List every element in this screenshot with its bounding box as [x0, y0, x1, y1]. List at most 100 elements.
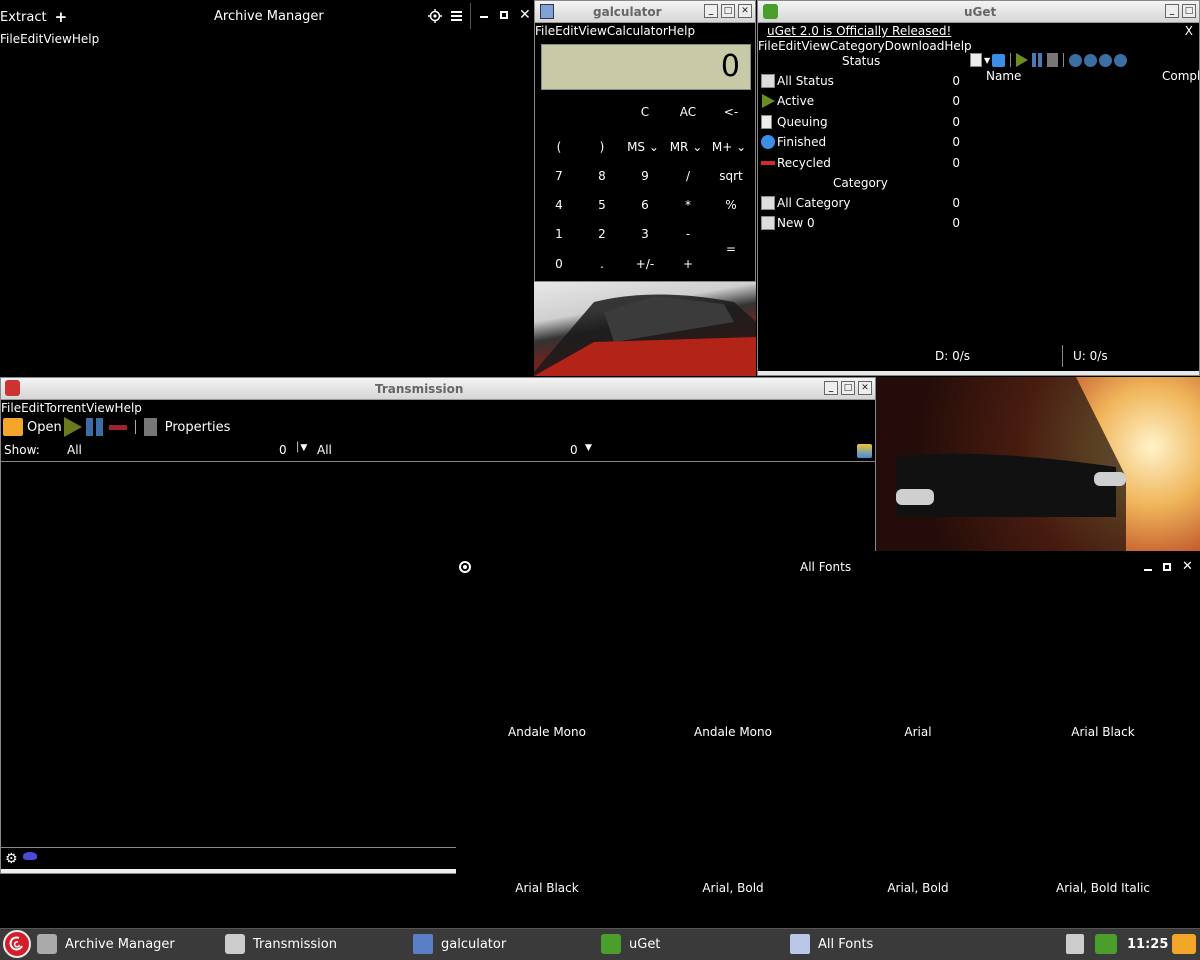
- divide-button[interactable]: /: [668, 165, 708, 187]
- pause-icon[interactable]: [85, 418, 103, 436]
- maximize-icon[interactable]: [500, 11, 508, 19]
- font-tile[interactable]: Arial Black: [1028, 725, 1178, 739]
- maximize-button[interactable]: □: [1182, 4, 1196, 18]
- memory-recall-button[interactable]: MR ⌄: [666, 136, 706, 158]
- decimal-button[interactable]: .: [582, 253, 622, 275]
- move-bottom-icon[interactable]: [1114, 53, 1128, 67]
- category-all[interactable]: All Category 0: [758, 193, 964, 213]
- menu-view[interactable]: View: [86, 401, 114, 415]
- menu-view[interactable]: View: [43, 32, 71, 46]
- tray-transmission-icon[interactable]: [1066, 934, 1084, 954]
- font-tile[interactable]: Arial, Bold: [658, 881, 808, 895]
- menu-help[interactable]: Help: [668, 24, 695, 38]
- memory-add-button[interactable]: M+ ⌄: [709, 136, 749, 158]
- taskbar-item-all-fonts[interactable]: All Fonts: [790, 928, 873, 960]
- memory-store-button[interactable]: MS ⌄: [623, 136, 663, 158]
- menu-edit[interactable]: Edit: [778, 39, 801, 53]
- percent-button[interactable]: %: [711, 194, 751, 216]
- new-download-icon[interactable]: [970, 53, 982, 67]
- fonts-menu-icon[interactable]: [459, 561, 471, 573]
- menu-edit[interactable]: Edit: [21, 401, 44, 415]
- menu-edit[interactable]: Edit: [555, 24, 578, 38]
- menu-help[interactable]: Help: [72, 32, 99, 46]
- taskbar-item-archive-manager[interactable]: Archive Manager: [37, 928, 175, 960]
- start-menu-button[interactable]: [3, 930, 31, 958]
- properties-icon[interactable]: [1047, 53, 1059, 67]
- digit-7-button[interactable]: 7: [539, 165, 579, 187]
- taskbar-item-galculator[interactable]: galculator: [413, 928, 506, 960]
- hamburger-menu-icon[interactable]: [451, 10, 462, 21]
- dropdown-arrow-icon[interactable]: ▼: [984, 56, 990, 65]
- clock[interactable]: 11:25: [1127, 937, 1168, 952]
- minimize-button[interactable]: _: [1165, 4, 1179, 18]
- digit-8-button[interactable]: 8: [582, 165, 622, 187]
- turtle-icon[interactable]: [23, 852, 37, 860]
- close-icon[interactable]: ✕: [1182, 559, 1193, 574]
- menu-file[interactable]: File: [0, 32, 20, 46]
- move-up-icon[interactable]: [1099, 53, 1113, 67]
- equals-button[interactable]: =: [711, 238, 751, 260]
- preferences-gear-icon[interactable]: ⚙: [5, 851, 18, 867]
- digit-2-button[interactable]: 2: [582, 223, 622, 245]
- tray-uget-icon[interactable]: [1095, 934, 1117, 954]
- menu-file[interactable]: File: [535, 24, 555, 38]
- negate-button[interactable]: +/-: [625, 253, 665, 275]
- start-icon[interactable]: [63, 417, 82, 437]
- minimize-icon[interactable]: [1144, 569, 1152, 571]
- menu-edit[interactable]: Edit: [20, 32, 43, 46]
- close-icon[interactable]: ✕: [519, 7, 531, 23]
- menu-category[interactable]: Category: [830, 39, 885, 53]
- digit-4-button[interactable]: 4: [539, 194, 579, 216]
- maximize-button[interactable]: □: [721, 4, 735, 18]
- digit-1-button[interactable]: 1: [539, 223, 579, 245]
- move-down-icon[interactable]: [1084, 53, 1098, 67]
- font-tile[interactable]: Arial: [843, 725, 993, 739]
- status-all[interactable]: All Status 0: [758, 71, 964, 91]
- move-top-icon[interactable]: [1069, 53, 1083, 67]
- menu-download[interactable]: Download: [885, 39, 945, 53]
- close-button[interactable]: ✕: [858, 381, 872, 395]
- digit-0-button[interactable]: 0: [539, 253, 579, 275]
- menu-file[interactable]: File: [1, 401, 21, 415]
- filter-tracker-select[interactable]: All 0 ▼: [313, 441, 603, 459]
- all-clear-button[interactable]: AC: [668, 101, 708, 123]
- font-tile[interactable]: Arial, Bold Italic: [1028, 881, 1178, 895]
- digit-3-button[interactable]: 3: [625, 223, 665, 245]
- maximize-button[interactable]: □: [841, 381, 855, 395]
- status-finished[interactable]: Finished 0: [758, 132, 964, 152]
- font-tile[interactable]: Arial, Bold: [843, 881, 993, 895]
- font-tile[interactable]: Andale Mono: [472, 725, 622, 739]
- category-new[interactable]: New 0 0: [758, 213, 964, 233]
- menu-help[interactable]: Help: [944, 39, 971, 53]
- digit-5-button[interactable]: 5: [582, 194, 622, 216]
- multiply-button[interactable]: *: [668, 194, 708, 216]
- play-icon[interactable]: [1016, 53, 1029, 67]
- minimize-icon[interactable]: [480, 16, 488, 18]
- filter-activity-select[interactable]: All 0 │▼: [63, 441, 309, 459]
- maximize-icon[interactable]: [1163, 563, 1171, 571]
- backspace-button[interactable]: <-: [711, 101, 751, 123]
- banner-close-button[interactable]: X: [1185, 24, 1193, 38]
- font-tile[interactable]: Andale Mono: [658, 725, 808, 739]
- digit-9-button[interactable]: 9: [625, 165, 665, 187]
- menu-torrent[interactable]: Torrent: [44, 401, 86, 415]
- subtract-button[interactable]: -: [668, 223, 708, 245]
- menu-calculator[interactable]: Calculator: [607, 24, 668, 38]
- taskbar-item-transmission[interactable]: Transmission: [225, 928, 337, 960]
- menu-view[interactable]: View: [801, 39, 829, 53]
- crosshair-icon[interactable]: [428, 9, 442, 23]
- close-paren-button[interactable]: ): [582, 136, 622, 158]
- clear-button[interactable]: C: [625, 101, 665, 123]
- minimize-button[interactable]: _: [824, 381, 838, 395]
- status-recycled[interactable]: Recycled 0: [758, 153, 964, 173]
- release-banner-link[interactable]: uGet 2.0 is Officially Released!: [767, 24, 951, 38]
- sqrt-button[interactable]: sqrt: [711, 165, 751, 187]
- menu-help[interactable]: Help: [115, 401, 142, 415]
- add-button[interactable]: +: [668, 253, 708, 275]
- search-filter-icon[interactable]: [857, 444, 872, 458]
- minimize-button[interactable]: _: [704, 4, 718, 18]
- properties-button[interactable]: Properties: [143, 418, 230, 436]
- column-complete-header[interactable]: Compl: [1162, 69, 1199, 83]
- status-active[interactable]: Active 0: [758, 91, 964, 111]
- menu-file[interactable]: File: [758, 39, 778, 53]
